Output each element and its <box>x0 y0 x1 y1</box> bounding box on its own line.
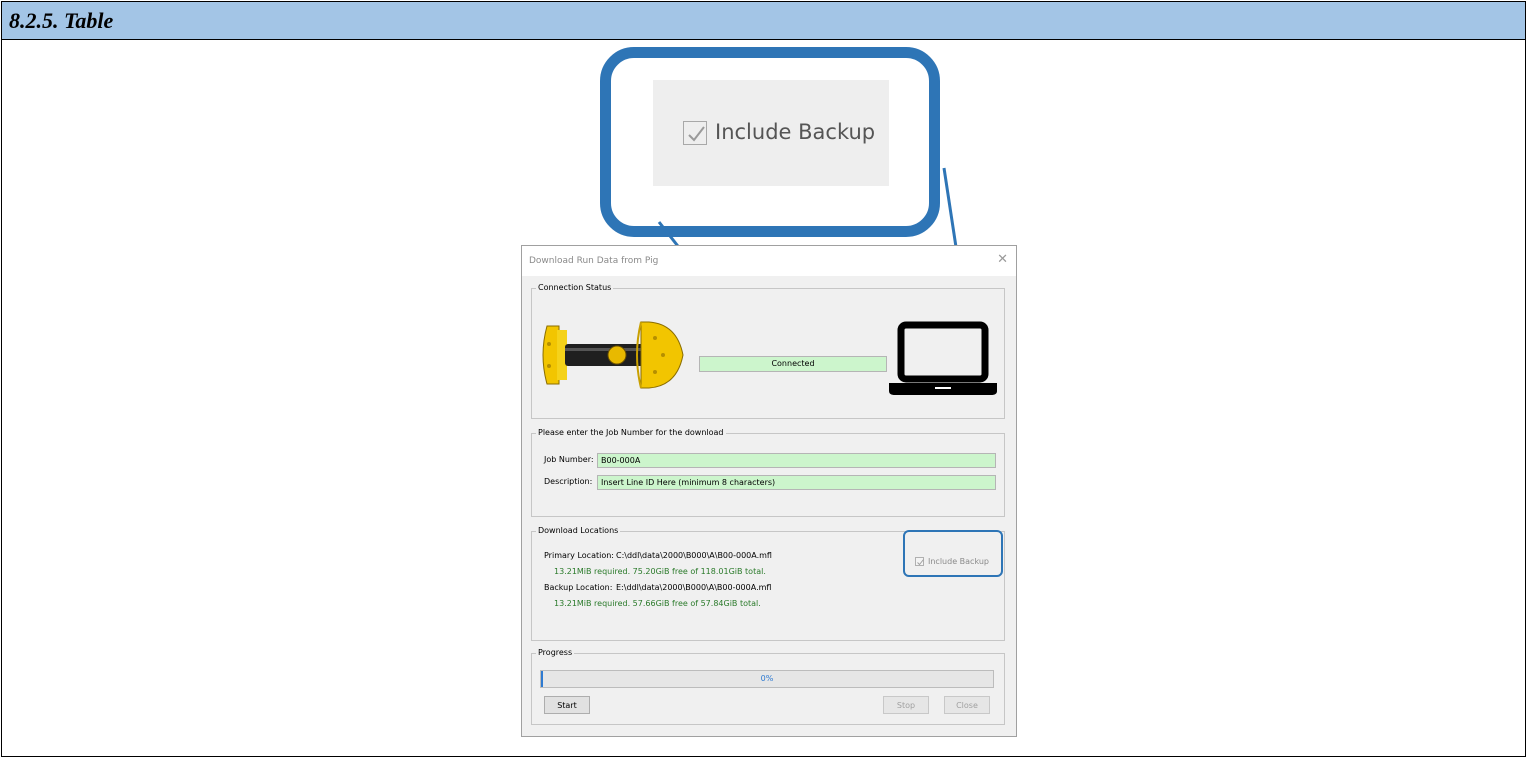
progress-group: Progress 0% Start Stop Close <box>531 648 1005 725</box>
primary-space-info: 13.21MiB required. 75.20GiB free of 118.… <box>554 567 766 576</box>
start-button[interactable]: Start <box>544 696 590 714</box>
dialog-titlebar: Download Run Data from Pig ✕ <box>522 246 1016 276</box>
job-number-input[interactable]: B00-000A <box>597 453 996 468</box>
description-label: Description: <box>544 477 593 486</box>
primary-location-label: Primary Location: <box>544 551 614 560</box>
close-icon[interactable]: ✕ <box>997 252 1008 267</box>
backup-space-info: 13.21MiB required. 57.66GiB free of 57.8… <box>554 599 761 608</box>
job-number-group: Please enter the Job Number for the down… <box>531 428 1005 517</box>
download-locations-legend: Download Locations <box>536 526 621 535</box>
connection-status-legend: Connection Status <box>536 283 614 292</box>
stop-button[interactable]: Stop <box>883 696 929 714</box>
job-number-legend: Please enter the Job Number for the down… <box>536 428 726 437</box>
job-number-label: Job Number: <box>544 455 594 464</box>
pig-tool-icon <box>542 321 684 389</box>
close-button[interactable]: Close <box>944 696 990 714</box>
connection-status-group: Connection Status Connected <box>531 283 1005 419</box>
backup-location-label: Backup Location: <box>544 583 613 592</box>
progress-bar: 0% <box>540 670 994 688</box>
progress-legend: Progress <box>536 648 575 657</box>
dialog-title: Download Run Data from Pig <box>529 256 659 266</box>
laptop-icon <box>889 321 997 395</box>
backup-location-path: E:\ddl\data\2000\B000\A\B00-000A.mfl <box>616 583 772 592</box>
include-backup-highlight <box>903 530 1003 577</box>
description-input[interactable]: Insert Line ID Here (minimum 8 character… <box>597 475 996 490</box>
download-dialog: Download Run Data from Pig ✕ Connection … <box>521 245 1017 737</box>
connection-status-field: Connected <box>699 356 887 372</box>
progress-percent: 0% <box>760 674 774 683</box>
primary-location-path: C:\ddl\data\2000\B000\A\B00-000A.mfl <box>616 551 772 560</box>
